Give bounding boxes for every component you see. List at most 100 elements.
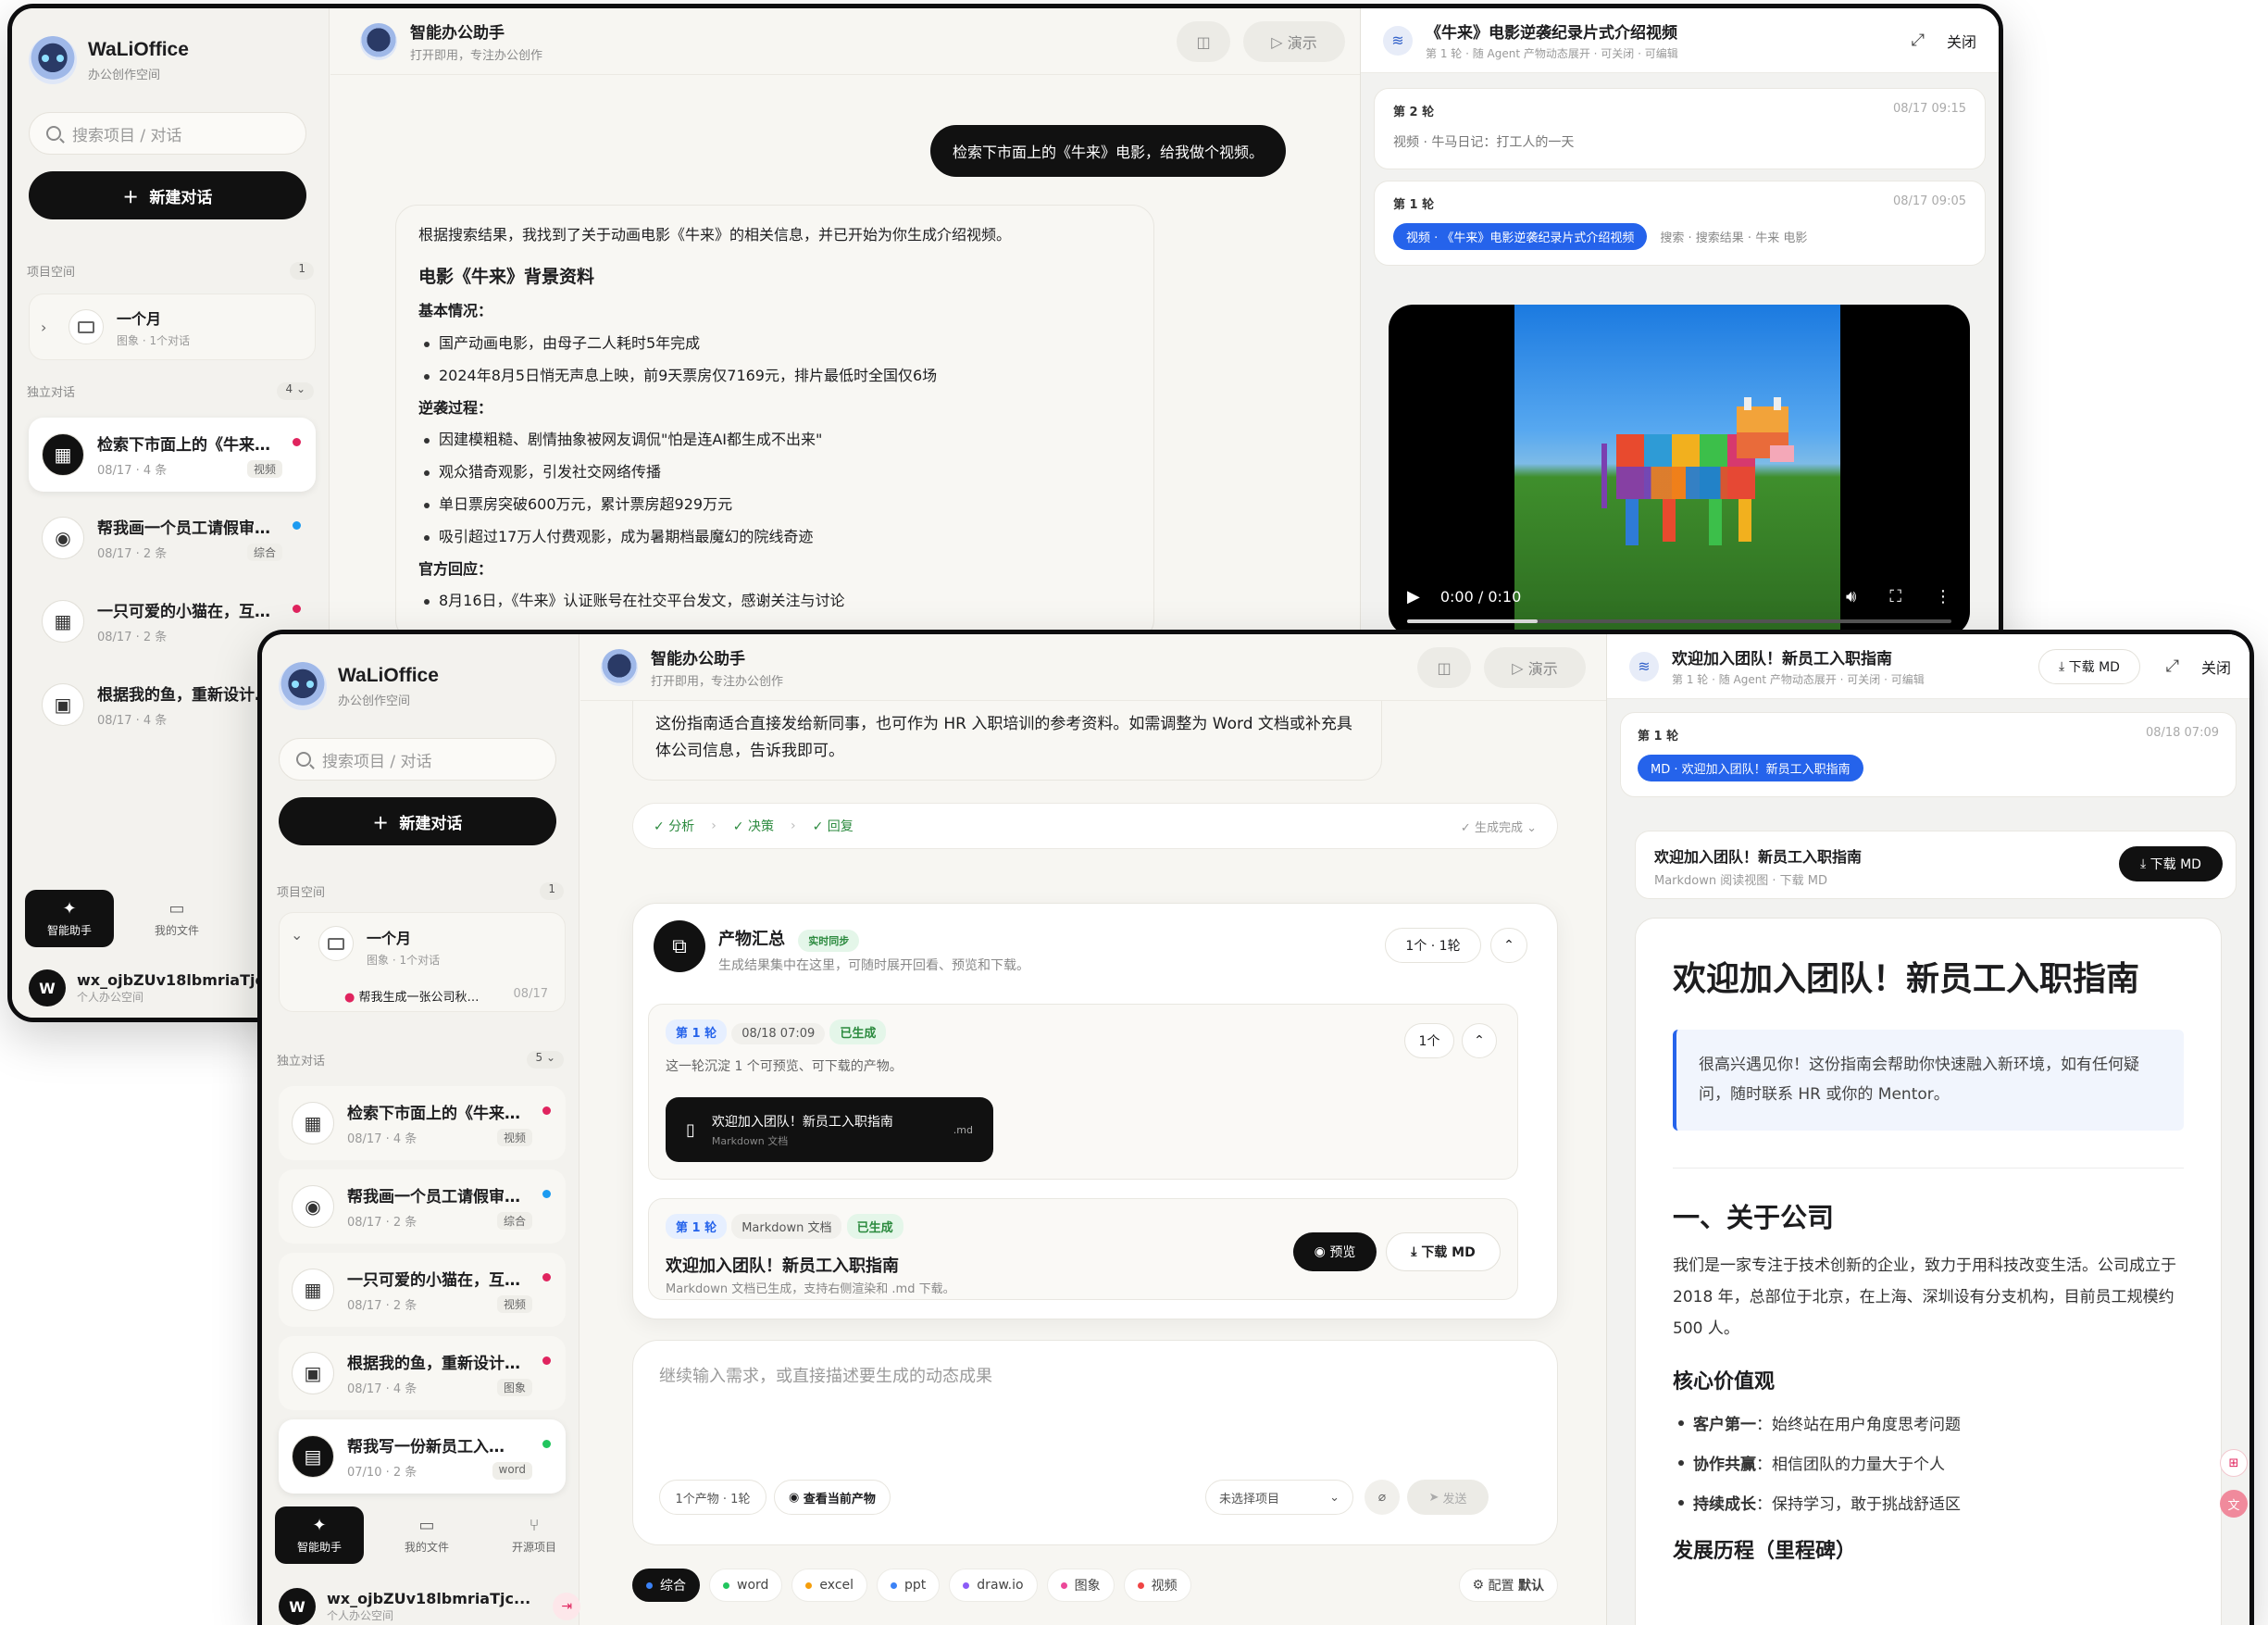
present-button[interactable]: ▷ 演示 <box>1484 647 1586 688</box>
present-button[interactable]: ▷ 演示 <box>1243 21 1345 62</box>
video-progress[interactable] <box>1407 619 1951 623</box>
clapper-icon: ▦ <box>292 1102 334 1144</box>
apps-icon[interactable]: ⊞ <box>2220 1449 2248 1477</box>
user-profile[interactable]: W wx_ojbZUv18lbmriaTjc... 个人办公空间 ⇥ <box>279 1588 581 1625</box>
fullscreen-icon[interactable]: ⛶ <box>1889 587 1901 606</box>
conversation-count: 2 条 <box>143 547 168 561</box>
filter-chip[interactable]: ppt <box>877 1569 941 1602</box>
video-player[interactable]: ▶ 0:00 / 0:10 🔊︎ ⛶ ⋮ <box>1389 305 1970 636</box>
send-button[interactable]: ➤ 发送 <box>1407 1480 1489 1515</box>
user-profile[interactable]: W wx_ojbZUv18lbmriaTjc... 个人办公空间 <box>29 969 280 1006</box>
conversation-item[interactable]: ▤ 帮我写一份新员工入… 07/10 · 2 条 word <box>279 1419 566 1494</box>
play-icon[interactable]: ▶ <box>1407 587 1420 606</box>
value-key: 客户第一 <box>1693 1415 1756 1434</box>
filter-chip[interactable]: excel <box>791 1569 868 1602</box>
conversation-item[interactable]: ▦ 检索下市面上的《牛来》… 08/17 · 4 条视频 <box>29 418 316 492</box>
close-button[interactable]: 关闭 <box>1947 30 1976 52</box>
download-md-button[interactable]: ⤓ 下载 MD <box>1386 1232 1501 1271</box>
project-item[interactable]: ⌄ 一个月 图象 · 1个对话 ● 帮我生成一张公司秋… 08/17 <box>279 912 566 1012</box>
nav-assistant[interactable]: ✦ 智能助手 <box>275 1506 364 1564</box>
standalone-count[interactable]: 4 ⌄ <box>277 382 314 400</box>
sidebar-toggle-icon[interactable]: ◫ <box>1177 21 1230 62</box>
filter-chip[interactable]: word <box>709 1569 783 1602</box>
artifact-title: 产物汇总 <box>718 930 785 949</box>
close-button[interactable]: 关闭 <box>2201 656 2231 678</box>
filter-chip[interactable]: 视频 <box>1123 1569 1191 1602</box>
round-label: 第 2 轮 <box>1393 106 1435 119</box>
download-md-button[interactable]: ⤓ 下载 MD <box>2119 846 2223 881</box>
video-time: 0:00 / 0:10 <box>1439 587 1522 606</box>
project-name: 一个月 <box>117 309 162 328</box>
chevron-down-icon[interactable]: ⌄ <box>291 926 313 944</box>
values-list: 客户第一：始终站在用户角度思考问题 协作共赢：相信团队的力量大于个人 持续成长：… <box>1673 1411 2184 1514</box>
config-button[interactable]: ⚙︎ 配置 默认 <box>1458 1569 1558 1602</box>
filter-label: ppt <box>904 1578 927 1593</box>
download-md-button[interactable]: ⤓ 下载 MD <box>2038 649 2140 684</box>
nav-open-source[interactable]: ⑂ 开源项目 <box>490 1506 579 1564</box>
robot-icon: ◉ <box>42 517 84 559</box>
doc-bar: 欢迎加入团队！新员工入职指南 Markdown 阅读视图 · 下载 MD ⤓ 下… <box>1635 831 2237 899</box>
project-select[interactable]: 未选择项目 ⌄ <box>1205 1480 1353 1515</box>
view-current-label: 查看当前产物 <box>803 1492 876 1506</box>
project-item[interactable]: › 一个月 图象 · 1个对话 <box>29 294 316 360</box>
more-icon[interactable]: ⋮ <box>1935 587 1951 606</box>
collapse-icon[interactable]: ⌃ <box>1462 1023 1497 1058</box>
nav-files[interactable]: ▭ 我的文件 <box>132 890 221 947</box>
volume-icon[interactable]: 🔊︎ <box>1846 587 1856 606</box>
preview-button[interactable]: ◉ 预览 <box>1293 1232 1377 1271</box>
nav-assistant[interactable]: ✦ 智能助手 <box>25 890 114 947</box>
conversation-item[interactable]: ◉ 帮我画一个员工请假审… 08/17 · 2 条综合 <box>279 1169 566 1244</box>
search-input[interactable]: 搜索项目 / 对话 <box>29 112 306 155</box>
conversation-item[interactable]: ◉ 帮我画一个员工请假审… 08/17 · 2 条综合 <box>29 501 316 575</box>
header-title: 智能办公助手 <box>651 650 745 669</box>
nav-label: 我的文件 <box>404 1541 449 1554</box>
expand-icon[interactable]: ⤢ <box>2166 656 2179 676</box>
new-chat-button[interactable]: ＋ 新建对话 <box>29 171 306 219</box>
step-label: 决策 <box>747 819 774 834</box>
project-sub-item[interactable]: ● 帮我生成一张公司秋… 08/17 <box>344 987 548 1005</box>
search-placeholder: 搜索项目 / 对话 <box>322 752 432 771</box>
conversation-date: 08/17 <box>347 1382 382 1396</box>
round-card[interactable]: 第 1 轮 08/18 07:09 MD · 欢迎加入团队！新员工入职指南 <box>1620 712 2237 797</box>
filter-chip[interactable]: draw.io <box>949 1569 1038 1602</box>
message-input[interactable]: 继续输入需求，或直接描述要生成的动态成果 <box>659 1363 992 1387</box>
new-chat-button[interactable]: ＋ 新建对话 <box>279 797 556 845</box>
translate-icon[interactable]: 文 <box>2220 1490 2248 1518</box>
brand-subtitle: 办公创作空间 <box>338 694 411 708</box>
search-input[interactable]: 搜索项目 / 对话 <box>279 738 556 781</box>
collapse-icon[interactable]: ⌃ <box>1490 928 1527 963</box>
assistant-message: 这份指南适合直接发给新同事，也可作为 HR 入职培训的参考资料。如需调整为 Wo… <box>632 701 1382 781</box>
filter-label: excel <box>819 1578 854 1593</box>
file-card[interactable]: ▯ 欢迎加入团队！新员工入职指南 Markdown 文档 .md <box>666 1097 993 1162</box>
unread-dot <box>542 1440 551 1448</box>
doc-section-heading: 一、关于公司 <box>1673 1201 1835 1233</box>
standalone-count[interactable]: 5 ⌄ <box>527 1051 564 1069</box>
filter-chip[interactable]: 综合 <box>632 1569 700 1602</box>
send-label: 发送 <box>1442 1492 1467 1506</box>
round-card[interactable]: 第 1 轮 08/17 09:05 视频 · 《牛来》电影逆袭纪录片式介绍视频 搜索… <box>1374 181 1986 266</box>
artifact-chip-active[interactable]: 视频 · 《牛来》电影逆袭纪录片式介绍视频 <box>1393 223 1648 250</box>
round-item[interactable]: 视频 · 牛马日记：打工人的一天 <box>1393 132 1966 151</box>
panel-subtitle: 第 1 轮 · 随 Agent 产物动态展开 · 可关闭 · 可编辑 <box>1672 673 1925 686</box>
expand-icon[interactable]: ⤢ <box>1912 31 1925 50</box>
chevron-right-icon[interactable]: › <box>41 319 63 336</box>
attach-icon[interactable]: ⌀ <box>1365 1480 1400 1515</box>
round-card[interactable]: 第 2 轮 08/17 09:15 视频 · 牛马日记：打工人的一天 <box>1374 88 1986 169</box>
user-space: 个人办公空间 <box>77 991 144 1004</box>
conversation-item[interactable]: ▦ 一只可爱的小猫在，互… 08/17 · 2 条视频 <box>279 1253 566 1327</box>
value-text: ：始终站在用户角度思考问题 <box>1756 1415 1961 1434</box>
filter-chip[interactable]: 图象 <box>1046 1569 1115 1602</box>
artifact-chip[interactable]: 搜索 · 搜索结果 · 牛来 电影 <box>1647 223 1820 250</box>
artifact-chip-active[interactable]: MD · 欢迎加入团队！新员工入职指南 <box>1638 755 1863 781</box>
conversation-item[interactable]: ▦ 检索下市面上的《牛来》… 08/17 · 4 条视频 <box>279 1086 566 1160</box>
chevron-down-icon: ⌄ <box>1329 1490 1340 1505</box>
logout-icon[interactable]: ⇥ <box>553 1593 581 1620</box>
sidebar-toggle-icon[interactable]: ◫ <box>1417 647 1471 688</box>
process-steps[interactable]: ✓ 分析 › ✓ 决策 › ✓ 回复 ✓ 生成完成 ⌄ <box>632 803 1558 849</box>
conversation-date: 08/17 <box>97 714 132 728</box>
nav-files[interactable]: ▭ 我的文件 <box>382 1506 471 1564</box>
config-label: 配置 <box>1488 1579 1514 1594</box>
conversation-item[interactable]: ▣ 根据我的鱼，重新设计… 08/17 · 4 条图象 <box>279 1336 566 1410</box>
conversation-date: 08/17 <box>97 631 132 644</box>
view-current-button[interactable]: ◉ 查看当前产物 <box>774 1480 891 1515</box>
